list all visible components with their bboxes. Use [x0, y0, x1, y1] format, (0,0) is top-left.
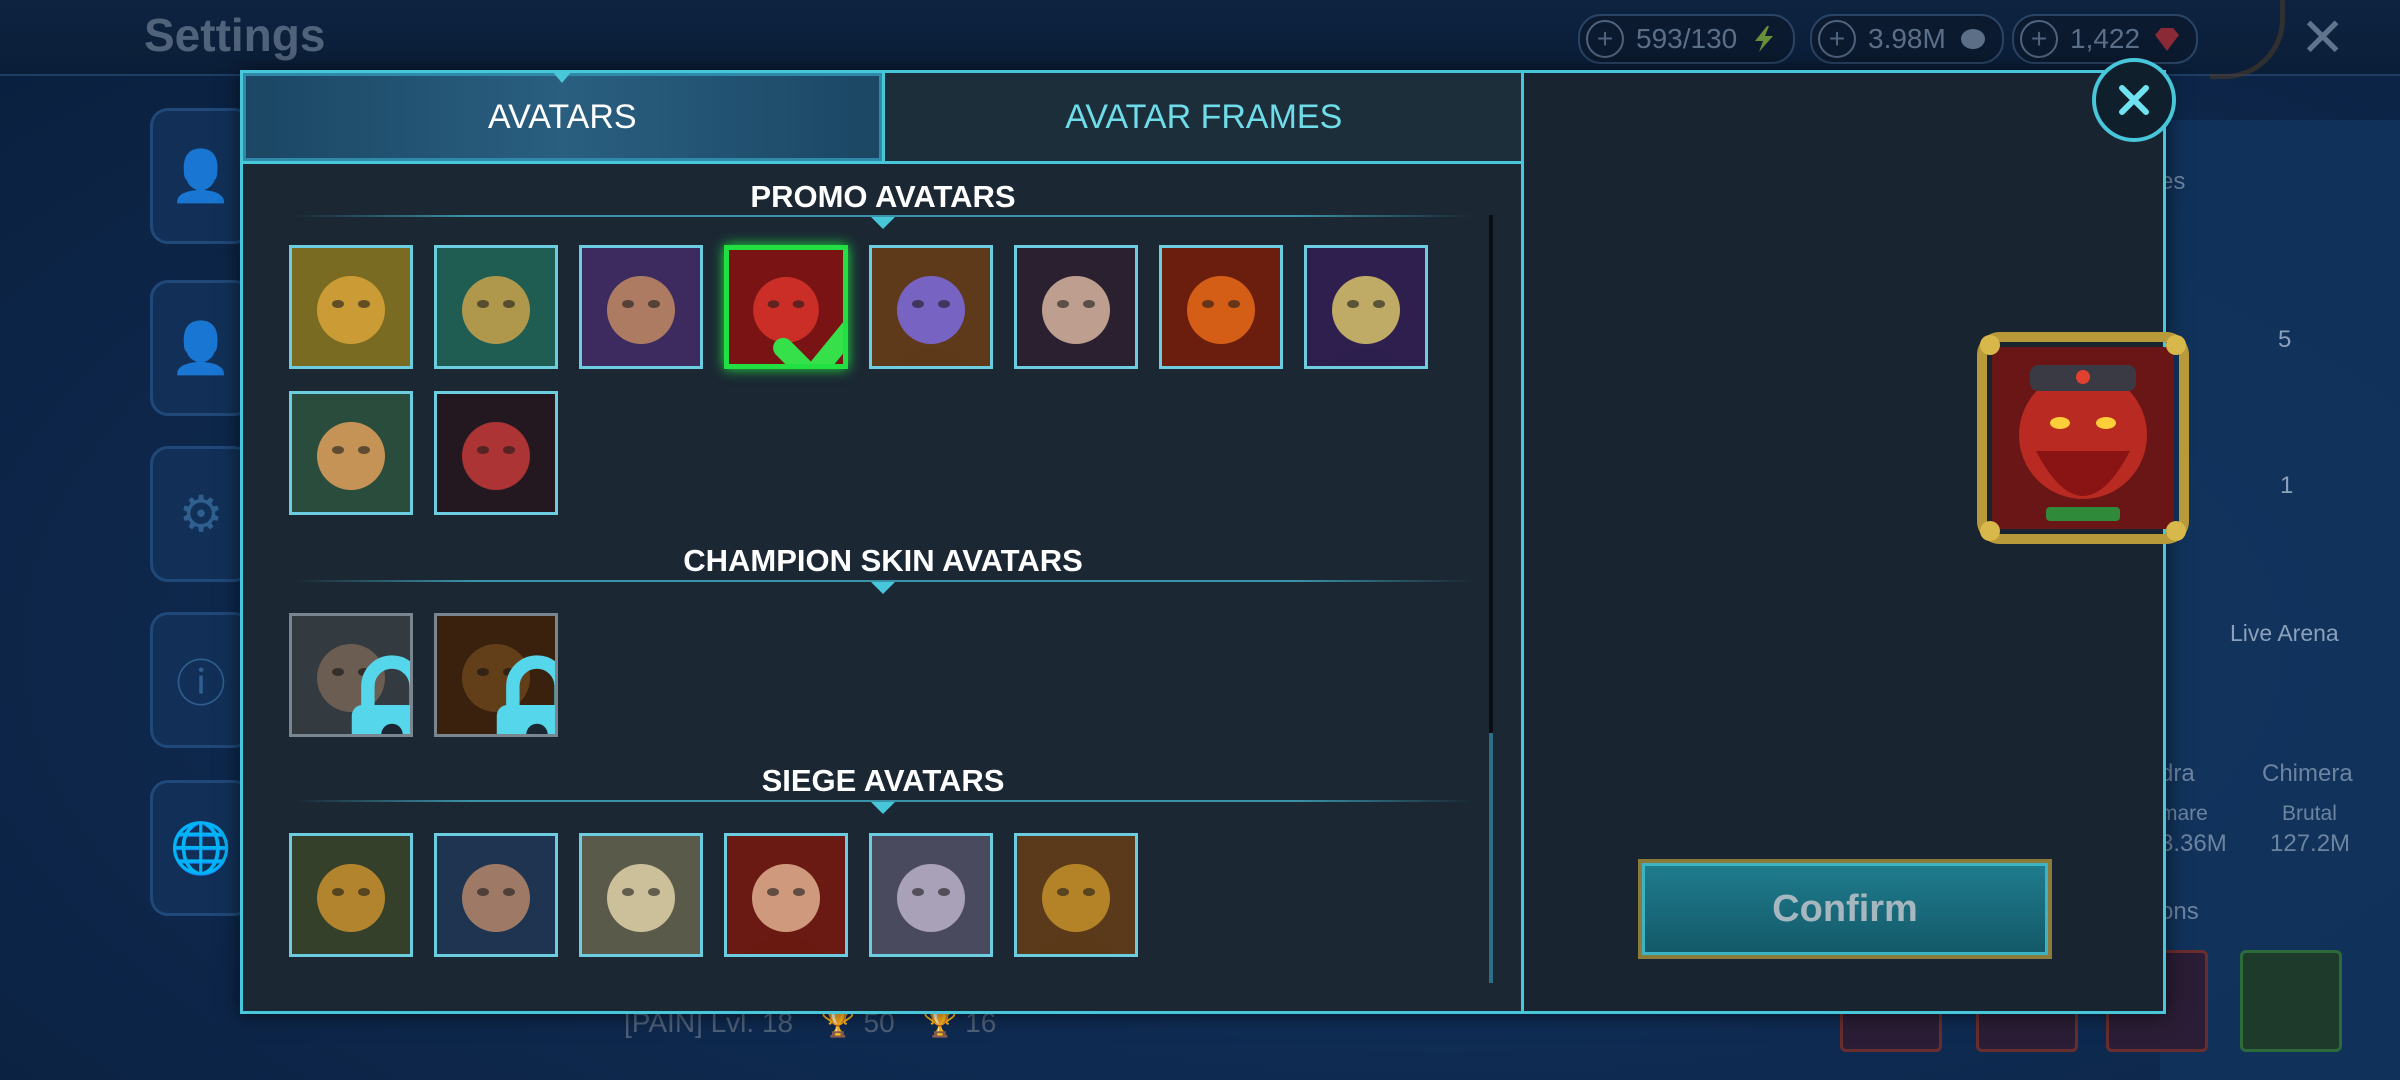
avatar-pale-elf-champion[interactable]: [869, 833, 993, 957]
settings-side-button[interactable]: ⚙: [150, 446, 252, 582]
rank-badge-number: 5: [2278, 326, 2292, 353]
avatar-portrait: [437, 248, 555, 366]
avatar-tabs: AVATARS AVATAR FRAMES: [243, 71, 1523, 164]
avatar-lion-champion[interactable]: [579, 833, 703, 957]
rank-badge-number-2: 1: [2280, 472, 2294, 499]
avatar-portrait: [582, 248, 700, 366]
add-energy-button[interactable]: +: [1586, 20, 1624, 58]
avatar-portrait: [1307, 248, 1425, 366]
brutal-label: Brutal: [2282, 802, 2337, 825]
settings-title: Settings: [144, 9, 326, 61]
silver-icon: [1960, 29, 1985, 49]
avatar-red-dwarf-champion[interactable]: [724, 245, 848, 369]
avatar-visor-champion[interactable]: [869, 245, 993, 369]
avatar-gold-helm-champion[interactable]: [434, 245, 558, 369]
section-marker: [871, 802, 895, 814]
gear-icon: ⚙: [178, 486, 224, 542]
avatar-warrior-champion[interactable]: [434, 833, 558, 957]
avatar-fire-beast-champion[interactable]: [1159, 245, 1283, 369]
confirm-button[interactable]: Confirm: [1638, 859, 2052, 959]
avatar-portrait: [437, 394, 555, 512]
avatar-portrait: [727, 836, 845, 954]
add-gems-button[interactable]: +: [2020, 20, 2058, 58]
avatar-portrait: [872, 248, 990, 366]
add-silver-button[interactable]: +: [1818, 20, 1856, 58]
siege-avatars-title: SIEGE AVATARS: [761, 763, 1005, 798]
avatar-portrait: [292, 394, 410, 512]
champion-skin-avatars-title: CHAMPION SKIN AVATARS: [683, 543, 1083, 578]
user-icon: 👤: [169, 147, 233, 204]
avatar-portrait: [292, 836, 410, 954]
profile-side-button[interactable]: 👤: [150, 108, 252, 244]
close-modal-button[interactable]: [2092, 58, 2176, 142]
lock-icon: [351, 655, 410, 734]
hydra-damage: 3.36M: [2160, 830, 2227, 857]
globe-icon: 🌐: [169, 819, 233, 876]
section-marker: [871, 582, 895, 594]
section-marker: [871, 217, 895, 229]
silver-counter: + 3.98M: [1810, 14, 2004, 64]
avatar-portrait: [1162, 248, 1280, 366]
chimera-label: Chimera: [2262, 760, 2353, 787]
avatar-portrait: [582, 836, 700, 954]
avatar-portrait: [1017, 836, 1135, 954]
settings-close-icon[interactable]: ✕: [2300, 6, 2345, 69]
selected-avatar-preview: [1977, 332, 2189, 544]
avatar-scrollbar-thumb[interactable]: [1489, 733, 1493, 983]
chimera-damage: 127.2M: [2270, 830, 2351, 857]
info-side-button[interactable]: ⓘ: [150, 612, 252, 748]
avatar-skin-female-champion[interactable]: [289, 613, 413, 737]
avatar-toad-champion[interactable]: [289, 245, 413, 369]
avatar-portrait: [1017, 248, 1135, 366]
nightmare-label: mare: [2160, 802, 2208, 825]
language-side-button[interactable]: 🌐: [150, 780, 252, 916]
energy-counter: + 593/130: [1578, 14, 1796, 64]
avatar-skin-beast-champion[interactable]: [434, 613, 558, 737]
avatar-ape-champion[interactable]: [1014, 833, 1138, 957]
gem-icon: [2155, 28, 2180, 51]
avatar-picker-modal: AVATARS AVATAR FRAMES PROMO AVATARS CHAM…: [240, 70, 2189, 1014]
avatar-red-cape-champion[interactable]: [434, 391, 558, 515]
tab-avatars[interactable]: AVATARS: [243, 71, 882, 161]
avatar-queen-champion[interactable]: [724, 833, 848, 957]
info-icon: ⓘ: [176, 656, 226, 712]
lock-icon: [496, 655, 555, 734]
checkmark-icon: [773, 322, 843, 364]
avatar-portrait: [872, 836, 990, 954]
avatar-skull-champion[interactable]: [1304, 245, 1428, 369]
avatar-dark-hair-champion[interactable]: [1014, 245, 1138, 369]
close-icon: [2119, 85, 2149, 115]
account-icon: 👤: [169, 319, 233, 376]
avatar-portrait: [437, 836, 555, 954]
live-arena-label: Live Arena: [2230, 620, 2339, 646]
tab-avatar-frames[interactable]: AVATAR FRAMES: [881, 73, 1523, 161]
gem-counter: + 1,422: [2012, 14, 2199, 64]
energy-icon: [1755, 26, 1774, 52]
profile-right-panel: [2160, 120, 2400, 1080]
champion-thumb: [2240, 950, 2342, 1052]
avatar-elf-champion[interactable]: [289, 391, 413, 515]
promo-avatars-title: PROMO AVATARS: [750, 179, 1016, 214]
avatar-portrait: [292, 248, 410, 366]
account-side-button[interactable]: 👤: [150, 280, 252, 416]
avatar-purple-hood-champion[interactable]: [579, 245, 703, 369]
avatar-orc-champion[interactable]: [289, 833, 413, 957]
